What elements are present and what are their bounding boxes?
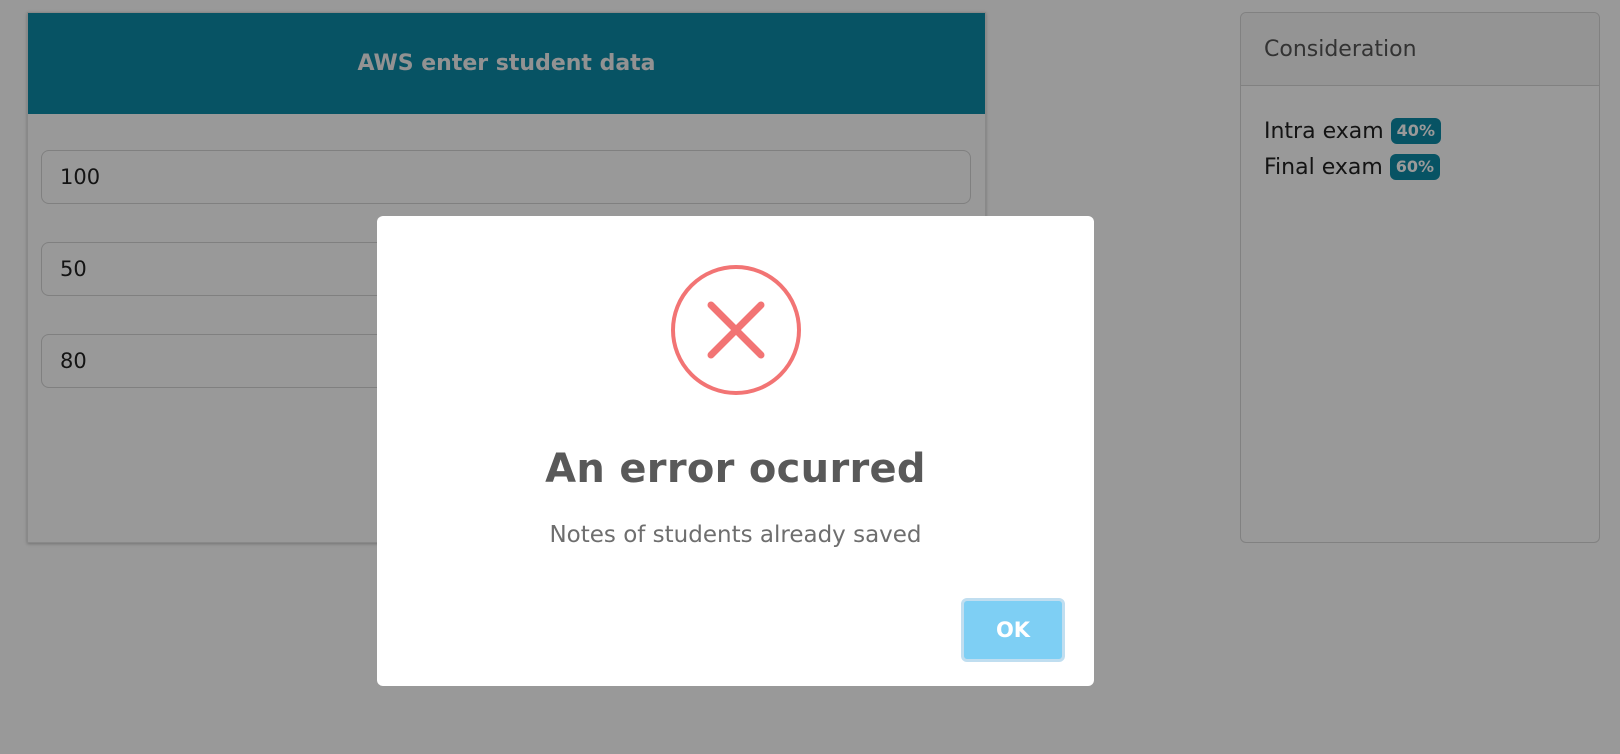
page: AWS enter student data Consideration Int… bbox=[0, 0, 1620, 754]
ok-button[interactable]: OK bbox=[961, 598, 1065, 662]
error-dialog: An error ocurred Notes of students alrea… bbox=[377, 216, 1094, 686]
dialog-message: Notes of students already saved bbox=[549, 522, 922, 548]
dialog-title: An error ocurred bbox=[545, 446, 926, 492]
error-x-icon bbox=[671, 265, 801, 395]
